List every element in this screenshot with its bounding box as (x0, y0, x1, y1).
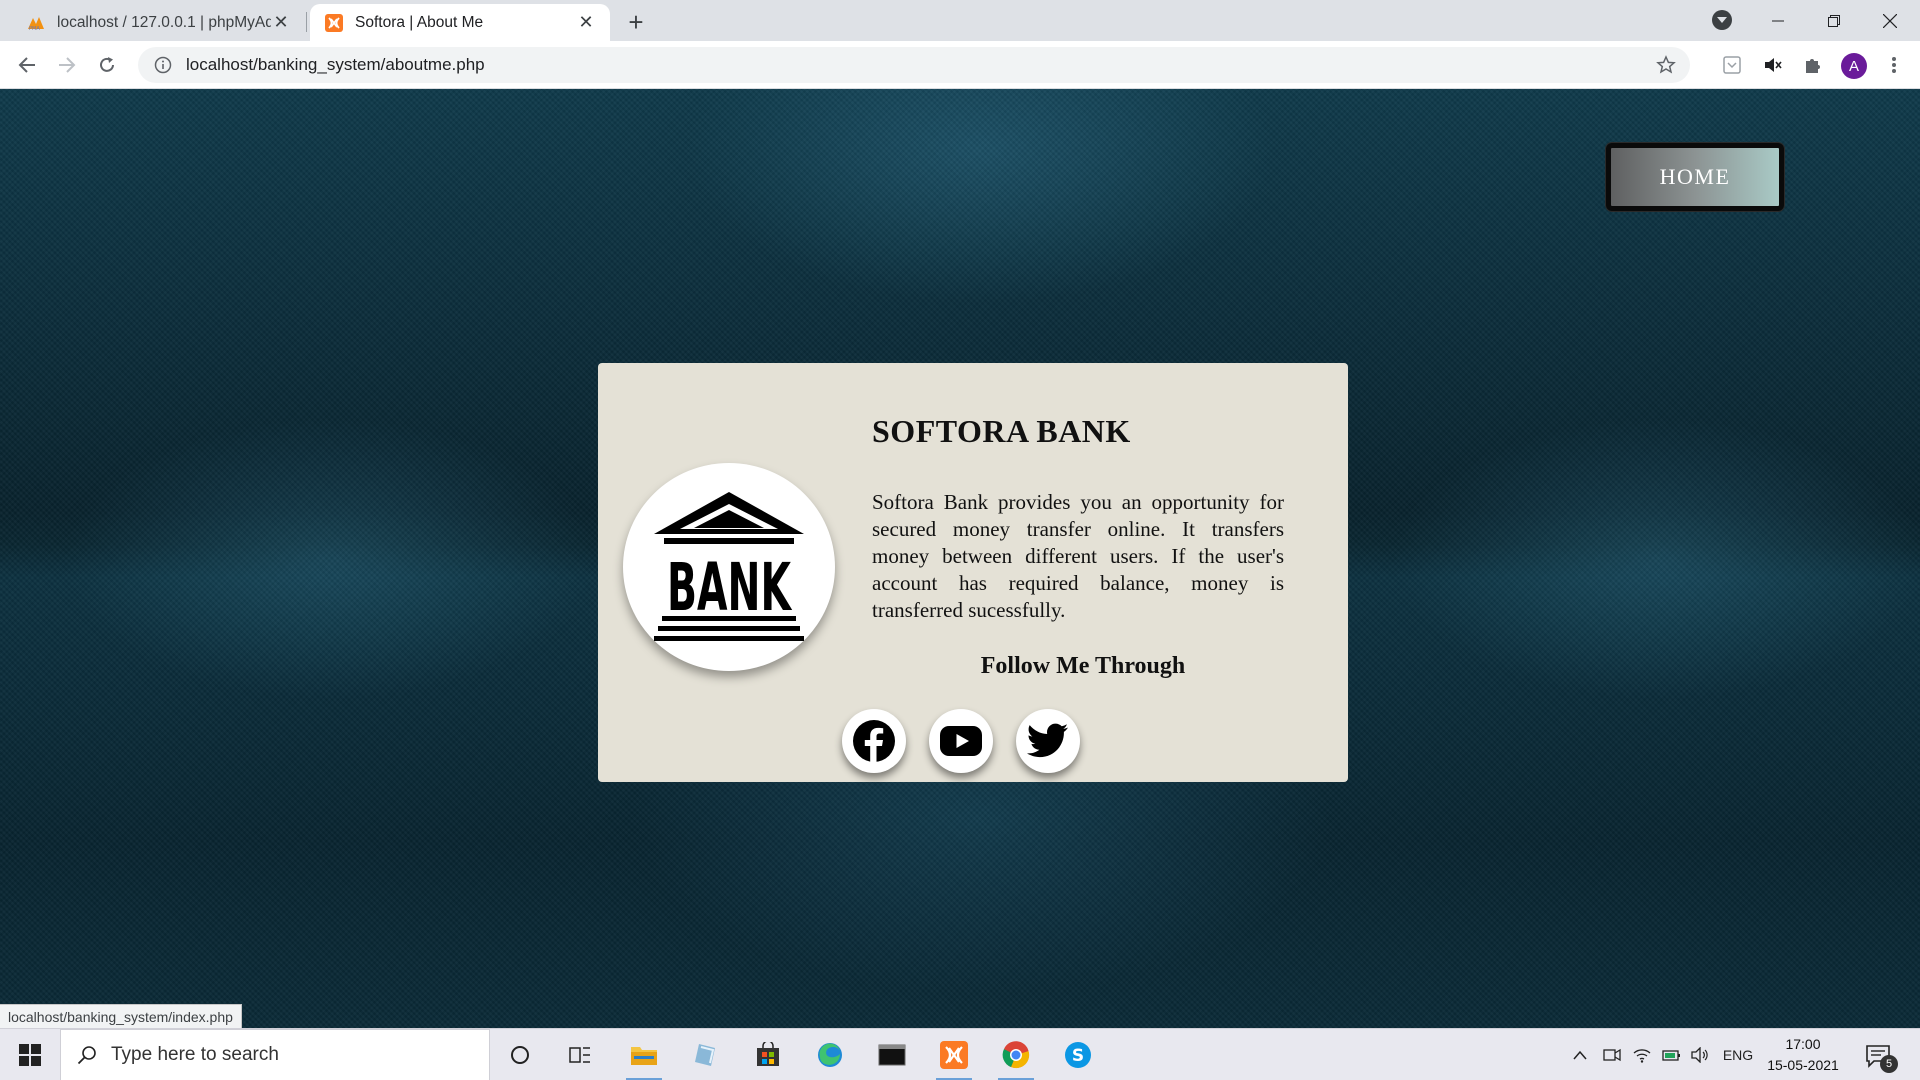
browser-toolbar: localhost/banking_system/aboutme.php A (0, 41, 1920, 89)
close-window-icon[interactable] (1862, 0, 1918, 41)
wifi-icon[interactable] (1630, 1029, 1654, 1080)
taskbar-search-box[interactable]: Type here to search (60, 1029, 490, 1080)
browser-tab-strip: PMA localhost / 127.0.0.1 | phpMyAdmin ✕… (0, 0, 1920, 41)
card-title: SOFTORA BANK (872, 413, 1131, 449)
microsoft-store-icon[interactable] (742, 1035, 794, 1075)
facebook-icon (853, 720, 895, 763)
svg-text:S: S (1072, 1046, 1084, 1066)
tab-title: Softora | About Me (355, 13, 484, 31)
new-tab-icon[interactable]: + (622, 7, 650, 37)
tab-about-me[interactable]: Softora | About Me ✕ (310, 4, 610, 41)
status-bar-url: localhost/banking_system/index.php (0, 1004, 242, 1028)
url-text: localhost/banking_system/aboutme.php (186, 55, 485, 74)
tab-title: localhost / 127.0.0.1 | phpMyAdmin (57, 13, 271, 31)
tab-phpmyadmin[interactable]: PMA localhost / 127.0.0.1 | phpMyAdmin ✕ (12, 4, 305, 41)
close-tab-icon[interactable]: ✕ (576, 12, 596, 33)
language-indicator[interactable]: ENG (1720, 1029, 1756, 1080)
back-icon[interactable] (13, 51, 41, 79)
bookmark-star-icon[interactable] (1656, 55, 1676, 75)
reload-icon[interactable] (93, 51, 121, 79)
reader-extension-icon[interactable] (1718, 51, 1746, 79)
svg-text:PMA: PMA (29, 26, 40, 31)
windows-taskbar: Type here to search S ENG 17:00 15-05-20… (0, 1028, 1920, 1080)
page-background: HOME BANK SOFTORA BANK Softora Bank prov… (0, 89, 1920, 1028)
bank-logo: BANK (623, 463, 835, 671)
facebook-link[interactable] (842, 709, 906, 773)
phpmyadmin-icon: PMA (26, 13, 46, 33)
about-card: BANK SOFTORA BANK Softora Bank provides … (598, 363, 1348, 782)
close-tab-icon[interactable]: ✕ (271, 12, 291, 33)
address-bar[interactable]: localhost/banking_system/aboutme.php (138, 47, 1690, 83)
search-icon (77, 1046, 96, 1065)
volume-icon[interactable] (1688, 1029, 1712, 1080)
youtube-link[interactable] (929, 709, 993, 773)
forward-icon[interactable] (53, 51, 81, 79)
meet-now-icon[interactable] (1600, 1029, 1624, 1080)
chrome-taskbar-icon[interactable] (990, 1035, 1042, 1080)
twitter-link[interactable] (1016, 709, 1080, 773)
youtube-icon (940, 726, 982, 756)
more-menu-icon[interactable] (1880, 51, 1908, 79)
site-info-icon[interactable] (154, 56, 172, 74)
windows-logo-icon (19, 1044, 41, 1066)
profile-avatar[interactable]: A (1841, 53, 1867, 79)
xampp-taskbar-icon[interactable] (928, 1035, 980, 1080)
file-explorer-icon[interactable] (618, 1035, 670, 1080)
xampp-icon (324, 13, 344, 33)
home-button[interactable]: HOME (1606, 143, 1784, 211)
tab-divider (306, 12, 307, 32)
follow-heading: Follow Me Through (980, 653, 1186, 679)
skype-icon[interactable]: S (1052, 1035, 1104, 1075)
clock-date: 15-05-2021 (1767, 1057, 1839, 1073)
clock-time: 17:00 (1785, 1036, 1821, 1052)
system-clock[interactable]: 17:00 15-05-2021 (1760, 1034, 1846, 1076)
bank-building-icon: BANK (654, 492, 804, 641)
start-button[interactable] (0, 1029, 60, 1080)
notification-count-badge: 5 (1880, 1055, 1898, 1073)
card-description: Softora Bank provides you an opportunity… (872, 490, 1284, 622)
restore-icon[interactable] (1806, 0, 1862, 41)
cortana-icon[interactable] (494, 1035, 546, 1075)
show-hidden-icons-chevron-icon[interactable] (1568, 1029, 1592, 1080)
minimize-icon[interactable] (1750, 0, 1806, 41)
search-placeholder: Type here to search (111, 1044, 279, 1065)
twitter-icon (1027, 723, 1068, 758)
task-view-icon[interactable] (554, 1035, 606, 1075)
tab-search-icon[interactable] (1712, 10, 1732, 30)
edge-browser-icon[interactable] (804, 1035, 856, 1075)
bank-logo-text: BANK (667, 549, 793, 626)
terminal-icon[interactable] (866, 1035, 918, 1075)
extensions-puzzle-icon[interactable] (1799, 51, 1827, 79)
battery-icon[interactable] (1660, 1029, 1684, 1080)
muted-tab-icon[interactable] (1759, 51, 1787, 79)
notes-app-icon[interactable] (680, 1035, 732, 1075)
